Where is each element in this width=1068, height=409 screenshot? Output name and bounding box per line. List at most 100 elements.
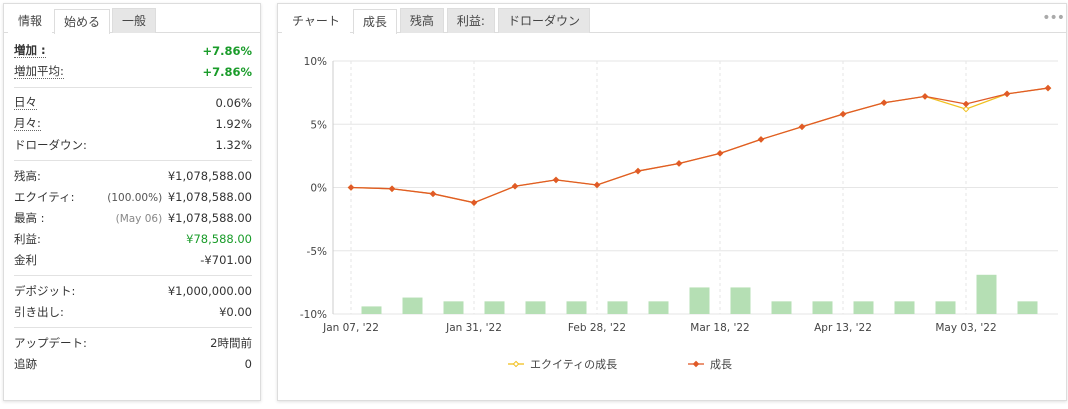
tab-profit[interactable]: 利益: xyxy=(446,8,495,33)
y-tick-label: -5% xyxy=(307,246,327,258)
stat-gain-label[interactable]: 増加 : xyxy=(14,43,46,58)
stat-monthly-value: 1.92% xyxy=(215,116,252,131)
stat-monthly: 月々: 1.92% xyxy=(14,113,252,134)
stat-balance-label: 残高: xyxy=(14,168,41,183)
chart-tabs: チャート 成長 残高 利益: ドローダウン ••• xyxy=(278,4,1066,34)
trade-bar xyxy=(730,287,751,314)
stat-equity-value-wrap: (100.00%) ¥1,078,588.00 xyxy=(107,190,252,204)
growth-point xyxy=(1044,84,1052,92)
stat-balance: 残高: ¥1,078,588.00 xyxy=(14,165,252,186)
stat-highest-value: ¥1,078,588.00 xyxy=(167,210,252,225)
trade-bar xyxy=(894,301,915,314)
trade-bar xyxy=(935,301,956,314)
stat-daily-value: 0.06% xyxy=(215,95,252,110)
stat-daily-label[interactable]: 日々 xyxy=(14,95,37,110)
tab-start[interactable]: 始める xyxy=(54,9,111,34)
summary-tabs: 情報 始める 一般 xyxy=(4,4,260,34)
growth-point xyxy=(388,185,396,193)
stat-highest-date: (May 06) xyxy=(115,212,163,225)
stat-profit-value: ¥78,588.00 xyxy=(186,231,252,246)
growth-point xyxy=(429,190,437,198)
x-tick-label: Feb 28, '22 xyxy=(568,322,626,334)
stat-tracking: 追跡 0 xyxy=(14,353,252,374)
tab-general[interactable]: 一般 xyxy=(112,8,157,33)
legend-marker xyxy=(512,360,520,368)
more-dots-icon[interactable]: ••• xyxy=(1042,10,1065,26)
equity-growth-line xyxy=(350,87,1049,204)
divider xyxy=(14,160,252,161)
trade-bar xyxy=(976,274,997,314)
stat-equity-label: エクイティ: xyxy=(14,189,75,204)
trade-bar xyxy=(853,301,874,314)
growth-line xyxy=(350,87,1049,204)
growth-point xyxy=(839,110,847,118)
trade-bar xyxy=(484,301,505,314)
stat-withdrawals: 引き出し: ¥0.00 xyxy=(14,301,252,322)
stat-drawdown: ドローダウン: 1.32% xyxy=(14,134,252,155)
stat-tracking-label: 追跡 xyxy=(14,356,37,371)
trade-bar xyxy=(812,301,833,314)
legend-label: 成長 xyxy=(710,358,732,371)
growth-point xyxy=(675,160,683,167)
y-tick-label: 5% xyxy=(310,119,327,131)
stat-deposits-value: ¥1,000,000.00 xyxy=(167,283,252,298)
trade-bar xyxy=(566,301,587,314)
trade-bar xyxy=(361,306,382,314)
y-tick-label: 0% xyxy=(310,183,327,195)
y-tick-label: -10% xyxy=(300,309,327,321)
stat-abs-gain: 増加平均: +7.86% xyxy=(14,61,252,82)
stat-equity: エクイティ: (100.00%) ¥1,078,588.00 xyxy=(14,186,252,207)
stat-gain-value: +7.86% xyxy=(202,43,252,58)
stat-drawdown-value: 1.32% xyxy=(215,137,252,152)
stat-updated: アップデート: 2時間前 xyxy=(14,332,252,353)
stat-drawdown-label: ドローダウン: xyxy=(14,137,87,152)
x-tick-label: May 03, '22 xyxy=(935,322,996,334)
stat-tracking-value: 0 xyxy=(244,356,252,371)
stat-interest-label: 金利 xyxy=(14,252,37,267)
growth-point xyxy=(593,181,601,189)
stat-abs-gain-label[interactable]: 増加平均: xyxy=(14,64,64,79)
x-tick-label: Apr 13, '22 xyxy=(814,322,872,334)
stat-interest-value: -¥701.00 xyxy=(200,252,252,267)
stat-gain: 増加 : +7.86% xyxy=(14,40,252,61)
tab-balance[interactable]: 残高 xyxy=(399,8,444,33)
stats-list: 増加 : +7.86% 増加平均: +7.86% 日々 0.06% 月々: 1.… xyxy=(4,33,260,374)
stat-equity-pct: (100.00%) xyxy=(107,191,163,204)
stat-equity-value: ¥1,078,588.00 xyxy=(167,189,252,204)
growth-point xyxy=(1003,90,1011,98)
y-tick-label: 10% xyxy=(304,56,327,68)
trade-bar xyxy=(1017,301,1038,314)
stat-monthly-label[interactable]: 月々: xyxy=(14,116,41,131)
trade-bar xyxy=(689,287,710,314)
growth-point xyxy=(634,167,642,175)
tab-info[interactable]: 情報 xyxy=(8,8,53,33)
stat-abs-gain-value: +7.86% xyxy=(202,64,252,79)
stat-interest: 金利 -¥701.00 xyxy=(14,249,252,270)
summary-panel: 情報 始める 一般 増加 : +7.86% 増加平均: +7.86% 日々 0.… xyxy=(3,3,261,401)
trade-bar xyxy=(443,301,464,314)
divider xyxy=(14,275,252,276)
stat-balance-value: ¥1,078,588.00 xyxy=(167,168,252,183)
stat-profit: 利益: ¥78,588.00 xyxy=(14,228,252,249)
stat-profit-label: 利益: xyxy=(14,231,41,246)
stat-daily: 日々 0.06% xyxy=(14,92,252,113)
growth-point xyxy=(470,199,478,206)
x-tick-label: Mar 18, '22 xyxy=(690,322,749,334)
growth-chart: 10% 5% 0% -5% -10%Jan 07, '22 Jan 31, '22 Feb … xyxy=(300,56,1058,371)
growth-point xyxy=(921,93,929,100)
growth-point xyxy=(716,150,724,157)
tab-drawdown[interactable]: ドローダウン xyxy=(497,8,590,33)
stat-highest-label: 最高 : xyxy=(14,210,45,225)
stat-highest: 最高 : (May 06) ¥1,078,588.00 xyxy=(14,207,252,228)
growth-point xyxy=(552,176,560,184)
growth-point xyxy=(511,182,519,190)
growth-point xyxy=(757,136,765,143)
tab-chart[interactable]: チャート xyxy=(282,8,350,33)
trade-bar xyxy=(402,297,423,314)
tab-growth[interactable]: 成長 xyxy=(352,9,397,34)
stat-deposits: デポジット: ¥1,000,000.00 xyxy=(14,280,252,301)
stat-updated-value: 2時間前 xyxy=(210,335,252,350)
stat-deposits-label: デポジット: xyxy=(14,283,76,298)
x-tick-label: Jan 07, '22 xyxy=(322,322,379,334)
chart-panel: チャート 成長 残高 利益: ドローダウン ••• 10% 5% 0% -5% -10%… xyxy=(277,3,1067,401)
